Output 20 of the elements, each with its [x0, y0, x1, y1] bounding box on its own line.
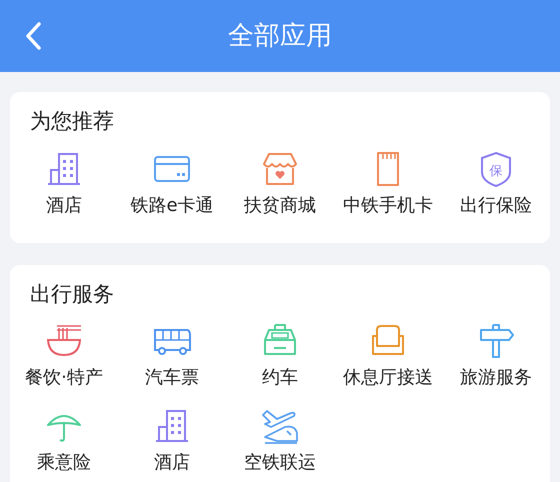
- building-icon: [153, 407, 191, 445]
- app-shortcut[interactable]: 扶贫商城: [226, 150, 334, 218]
- app-shortcut[interactable]: 休息厅接送: [334, 322, 442, 391]
- app-shortcut[interactable]: 保 出行保险: [442, 150, 550, 218]
- signpost-icon: [477, 322, 515, 360]
- section-title: 为您推荐: [29, 108, 115, 135]
- app-shortcut[interactable]: 旅游服务: [442, 322, 550, 391]
- app-shortcut[interactable]: 约车: [226, 322, 334, 391]
- app-shortcut[interactable]: 铁路e卡通: [118, 150, 226, 218]
- app-shortcut[interactable]: 中铁手机卡: [334, 150, 442, 218]
- app-shortcut[interactable]: 乘意险: [10, 407, 118, 476]
- app-shortcut[interactable]: 空铁联运: [226, 407, 334, 476]
- app-shortcut[interactable]: 餐饮·特产: [10, 322, 118, 391]
- section-title: 出行服务: [29, 280, 115, 308]
- app-shortcut[interactable]: 汽车票: [118, 322, 226, 391]
- plane-train-icon: [261, 407, 299, 445]
- back-icon: [24, 21, 42, 51]
- page-title: 全部应用: [228, 20, 332, 52]
- app-shortcut[interactable]: 酒店: [10, 150, 118, 218]
- app-shortcut[interactable]: 酒店: [118, 407, 226, 476]
